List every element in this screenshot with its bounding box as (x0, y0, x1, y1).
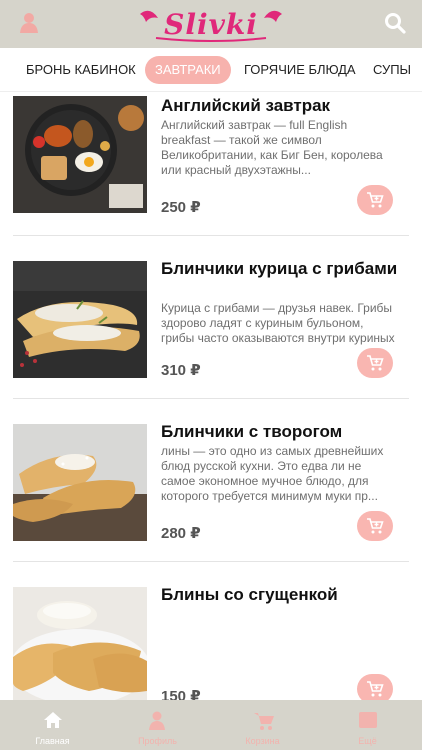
product-title: Английский завтрак (161, 96, 331, 115)
home-icon (44, 712, 62, 728)
product-card[interactable]: Блины со сгущенкой 150 ₽ (0, 581, 422, 700)
tab-breakfasts[interactable]: ЗАВТРАКИ (145, 56, 231, 84)
search-icon[interactable] (384, 12, 406, 34)
top-bar: Slivki (0, 0, 422, 48)
product-description: Английский завтрак — full English breakf… (161, 118, 383, 177)
nav-profile-label: Профиль (138, 736, 177, 746)
cottage-cheese-pancakes-photo (13, 424, 147, 541)
nav-cart-label: Корзина (245, 736, 280, 746)
product-list: Английский завтрак Английский завтрак — … (0, 92, 422, 700)
product-card[interactable]: Блинчики курица с грибами Курица с гриба… (0, 255, 422, 418)
cart-icon (254, 713, 274, 730)
divider (13, 398, 409, 399)
product-card[interactable]: Английский завтрак Английский завтрак — … (0, 92, 422, 255)
product-title: Блинчики с творогом (161, 422, 343, 441)
product-title: Блинчики курица с грибами (161, 259, 398, 278)
add-to-cart-button[interactable] (357, 185, 393, 215)
product-price: 310 ₽ (161, 362, 201, 379)
nav-more[interactable]: Ещё (315, 700, 420, 750)
nav-home[interactable]: Главная (0, 700, 105, 750)
logo-text: Slivki (164, 8, 258, 41)
cart-plus-icon (367, 518, 384, 534)
product-description: лины — это одно из самых древнейших блюд… (161, 444, 384, 503)
profile-icon (149, 711, 165, 730)
menu-icon (359, 712, 377, 728)
tab-soups[interactable]: СУПЫ (363, 56, 421, 84)
category-tabs: БРОНЬ КАБИНОК ЗАВТРАКИ ГОРЯЧИЕ БЛЮДА СУП… (0, 48, 422, 92)
product-title: Блины со сгущенкой (161, 585, 338, 604)
product-card[interactable]: Блинчики с творогом лины — это одно из с… (0, 418, 422, 581)
app-logo: Slivki (136, 4, 286, 44)
condensed-milk-pancakes-photo (13, 587, 147, 700)
cart-plus-icon (367, 192, 384, 208)
cart-plus-icon (367, 681, 384, 697)
nav-more-label: Ещё (358, 736, 377, 746)
bottom-navigation: Главная Профиль Корзина Ещё (0, 700, 422, 750)
tab-hot-dishes[interactable]: ГОРЯЧИЕ БЛЮДА (234, 56, 366, 84)
divider (13, 561, 409, 562)
product-price: 280 ₽ (161, 525, 201, 542)
product-description: Курица с грибами — друзья навек. Грибы з… (161, 301, 395, 345)
add-to-cart-button[interactable] (357, 674, 393, 700)
english-breakfast-photo (13, 96, 147, 213)
add-to-cart-button[interactable] (357, 348, 393, 378)
nav-profile[interactable]: Профиль (105, 700, 210, 750)
product-price: 150 ₽ (161, 688, 201, 700)
chicken-mushroom-pancakes-photo (13, 261, 147, 378)
product-price: 250 ₽ (161, 199, 201, 216)
tab-booth-booking[interactable]: БРОНЬ КАБИНОК (16, 56, 146, 84)
divider (13, 235, 409, 236)
nav-cart[interactable]: Корзина (210, 700, 315, 750)
add-to-cart-button[interactable] (357, 511, 393, 541)
cart-plus-icon (367, 355, 384, 371)
nav-home-label: Главная (35, 736, 70, 746)
user-icon[interactable] (18, 12, 40, 34)
